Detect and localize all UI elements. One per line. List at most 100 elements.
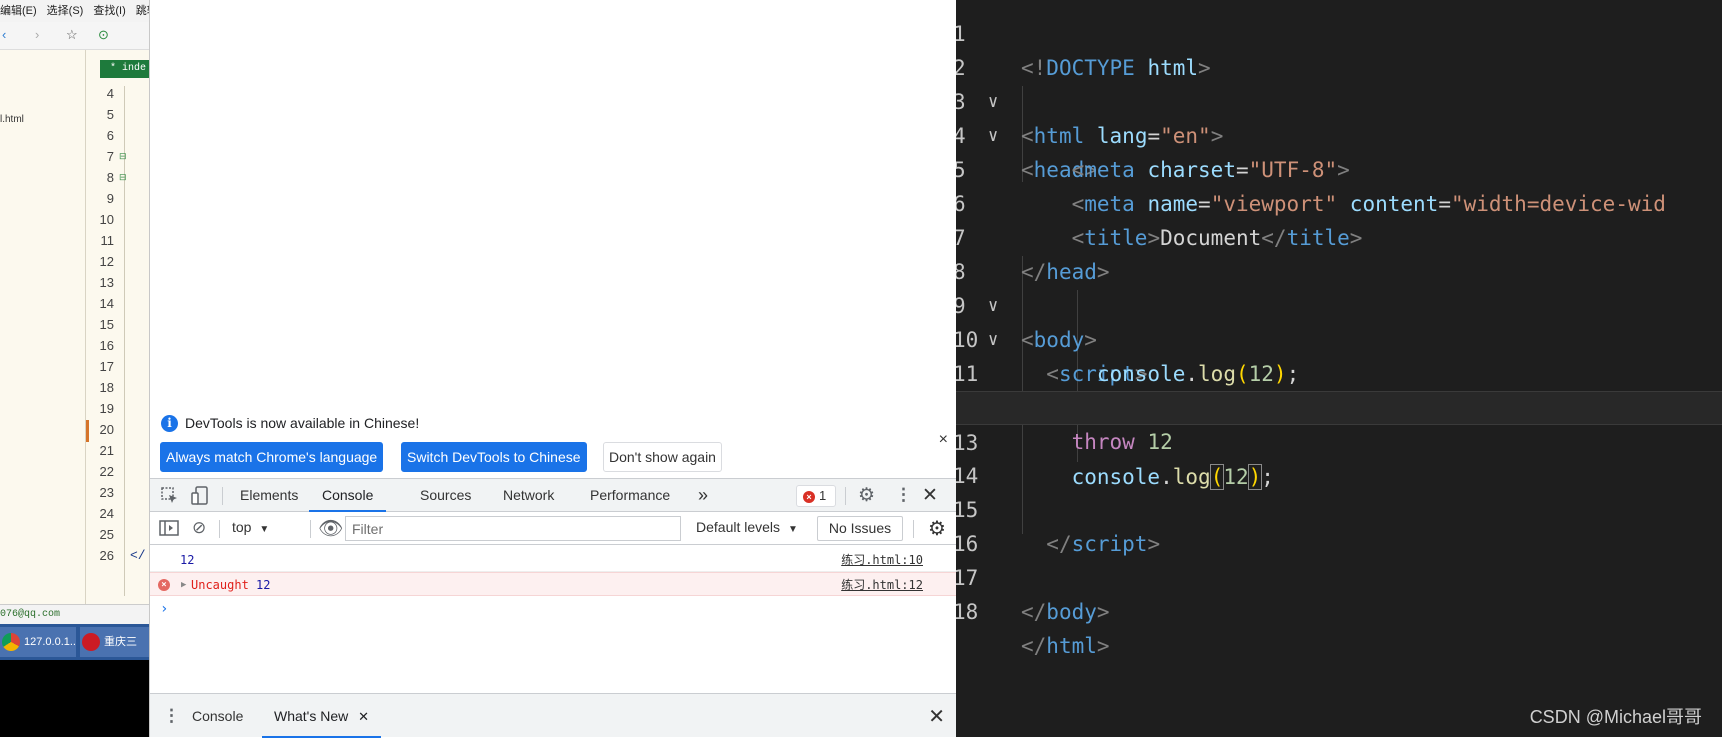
- error-count: 1: [819, 488, 827, 503]
- back-icon[interactable]: ‹: [2, 27, 6, 42]
- console-prompt[interactable]: ›: [160, 601, 168, 617]
- line-number: 4: [106, 86, 114, 101]
- code-line: 8 ∨ <body>: [956, 221, 1722, 352]
- info-icon: i: [161, 415, 178, 432]
- console-error-message: × ▶ Uncaught 12 练习.html:12: [150, 572, 956, 596]
- line-number: 16: [99, 338, 114, 353]
- file-tab[interactable]: * inde: [100, 60, 150, 78]
- console-settings-gear-icon[interactable]: ⚙: [928, 516, 946, 541]
- menu-find[interactable]: 查找(I): [93, 5, 125, 17]
- tab-network[interactable]: Network: [503, 479, 554, 512]
- error-icon: ×: [803, 491, 815, 503]
- tab-elements[interactable]: Elements: [240, 479, 298, 512]
- taskbar-label: 重庆三: [104, 636, 137, 648]
- drawer-tab-label: What's New: [274, 708, 349, 724]
- taskbar-label: 127.0.0.1...: [24, 636, 76, 648]
- code-line: 6 <title>Document</title>: [956, 153, 1722, 250]
- code-line: 10 console.log(12);: [956, 289, 1722, 386]
- dont-show-again-button[interactable]: Don't show again: [603, 442, 722, 472]
- drawer-tab-whats-new[interactable]: What's New ✕: [262, 694, 382, 738]
- match-language-button[interactable]: Always match Chrome's language: [160, 442, 384, 472]
- drawer-tab-console[interactable]: Console: [192, 694, 243, 738]
- more-tabs-icon[interactable]: »: [698, 479, 708, 512]
- forward-icon[interactable]: ›: [35, 27, 39, 42]
- error-count-badge[interactable]: × 1: [796, 485, 836, 507]
- close-devtools-icon[interactable]: ✕: [922, 484, 938, 507]
- error-value: 12: [256, 578, 271, 592]
- code-line: 5 <meta name="viewport" content="width=d…: [956, 119, 1722, 216]
- inspect-element-icon[interactable]: [161, 487, 179, 510]
- line-number: 9: [106, 191, 114, 206]
- line-number: 6: [106, 128, 114, 143]
- issues-button[interactable]: No Issues: [817, 516, 903, 541]
- menu-select[interactable]: 选择(S): [47, 5, 84, 17]
- switch-to-chinese-button[interactable]: Switch DevTools to Chinese: [401, 442, 587, 472]
- tab-console[interactable]: Console: [309, 479, 387, 512]
- infobar-message: DevTools is now available in Chinese!: [185, 415, 420, 431]
- editor-toolbar: ‹ › ☆ ⊙: [0, 22, 150, 50]
- line-number: 26: [99, 548, 114, 563]
- menu-edit[interactable]: 编辑(E): [0, 5, 37, 17]
- source-link[interactable]: 练习.html:10: [841, 548, 923, 572]
- close-tab-icon[interactable]: ✕: [358, 709, 369, 724]
- line-number: 21: [99, 443, 114, 458]
- line-number: 12: [99, 254, 114, 269]
- show-sidebar-icon[interactable]: [159, 519, 179, 542]
- taskbar-item-opera[interactable]: 重庆三: [80, 627, 150, 657]
- line-number: 5: [106, 107, 114, 122]
- line-number: 17: [99, 359, 114, 374]
- live-expression-eye-icon[interactable]: 👁: [318, 516, 343, 541]
- close-drawer-icon[interactable]: ✕: [928, 704, 945, 729]
- tab-sources[interactable]: Sources: [420, 479, 471, 512]
- taskbar-item-browser[interactable]: 127.0.0.1...: [0, 627, 76, 657]
- line-number: 23: [99, 485, 114, 500]
- file-tree-item[interactable]: l.html: [0, 114, 24, 125]
- console-output: 12 练习.html:10 × ▶ Uncaught 12 练习.html:12…: [150, 545, 956, 693]
- line-number: 10: [99, 212, 114, 227]
- separator: [310, 520, 311, 538]
- line-number: 18: [99, 380, 114, 395]
- expand-triangle-icon[interactable]: ▶: [181, 573, 186, 597]
- code-line: 12 throw 12: [956, 357, 1722, 454]
- log-levels-dropdown[interactable]: Default levels ▼: [696, 519, 798, 535]
- code-line: 11: [956, 323, 1722, 386]
- fold-icon[interactable]: ⊟: [119, 151, 127, 162]
- device-toolbar-icon[interactable]: [191, 486, 209, 511]
- log-value: 12: [180, 553, 195, 567]
- line-number: 24: [99, 506, 114, 521]
- line-number-gutter: 4 5 6 7 ⊟ 8 ⊟ 9 10 11 12 13 14 15 16 17 …: [86, 86, 146, 600]
- line-number: 25: [99, 527, 114, 542]
- code-line: 18 </html>: [956, 561, 1722, 658]
- more-options-icon[interactable]: ⋮: [895, 485, 912, 505]
- star-icon[interactable]: ☆: [66, 27, 78, 43]
- separator: [219, 520, 220, 538]
- desktop-black-area: [0, 660, 150, 737]
- levels-value: Default levels: [696, 519, 781, 535]
- file-tree: [0, 50, 86, 605]
- status-bar: 076@qq.com: [0, 604, 150, 624]
- drawer-menu-icon[interactable]: ⋮: [163, 706, 180, 726]
- code-line: 9 ∨ <script>: [956, 255, 1722, 386]
- line-number: 7: [106, 149, 114, 164]
- watermark: CSDN @Michael哥哥: [1529, 707, 1702, 727]
- clear-console-icon[interactable]: ⊘: [192, 518, 206, 538]
- console-toolbar: ⊘ top ▼ 👁 Default levels ▼ No Issues ⚙: [150, 512, 956, 545]
- background-editor-window: 编辑(E)选择(S)查找(I)跳转 ‹ › ☆ ⊙ l.html * inde …: [0, 0, 150, 737]
- taskbar: 127.0.0.1... 重庆三: [0, 624, 150, 660]
- error-text: Uncaught 12: [191, 573, 270, 597]
- context-selector[interactable]: top ▼: [232, 519, 269, 535]
- infobar-close-button[interactable]: ×: [939, 431, 948, 449]
- run-icon[interactable]: ⊙: [98, 27, 109, 43]
- menu-goto[interactable]: 跳转: [136, 5, 150, 17]
- source-link[interactable]: 练习.html:12: [841, 573, 923, 597]
- fold-icon[interactable]: ⊟: [119, 172, 127, 183]
- console-filter-input[interactable]: [345, 516, 681, 541]
- code-editor[interactable]: 1 <!DOCTYPE html> 2 ∨ <html lang="en"> 3…: [956, 0, 1722, 737]
- code-fragment: </: [130, 548, 146, 563]
- console-message: 12 练习.html:10: [150, 548, 956, 572]
- settings-gear-icon[interactable]: ⚙: [858, 484, 875, 507]
- tab-performance[interactable]: Performance: [590, 479, 670, 512]
- page-viewport[interactable]: [150, 0, 956, 403]
- code-line: 17 </body>: [956, 527, 1722, 624]
- language-infobar: i DevTools is now available in Chinese! …: [150, 403, 956, 478]
